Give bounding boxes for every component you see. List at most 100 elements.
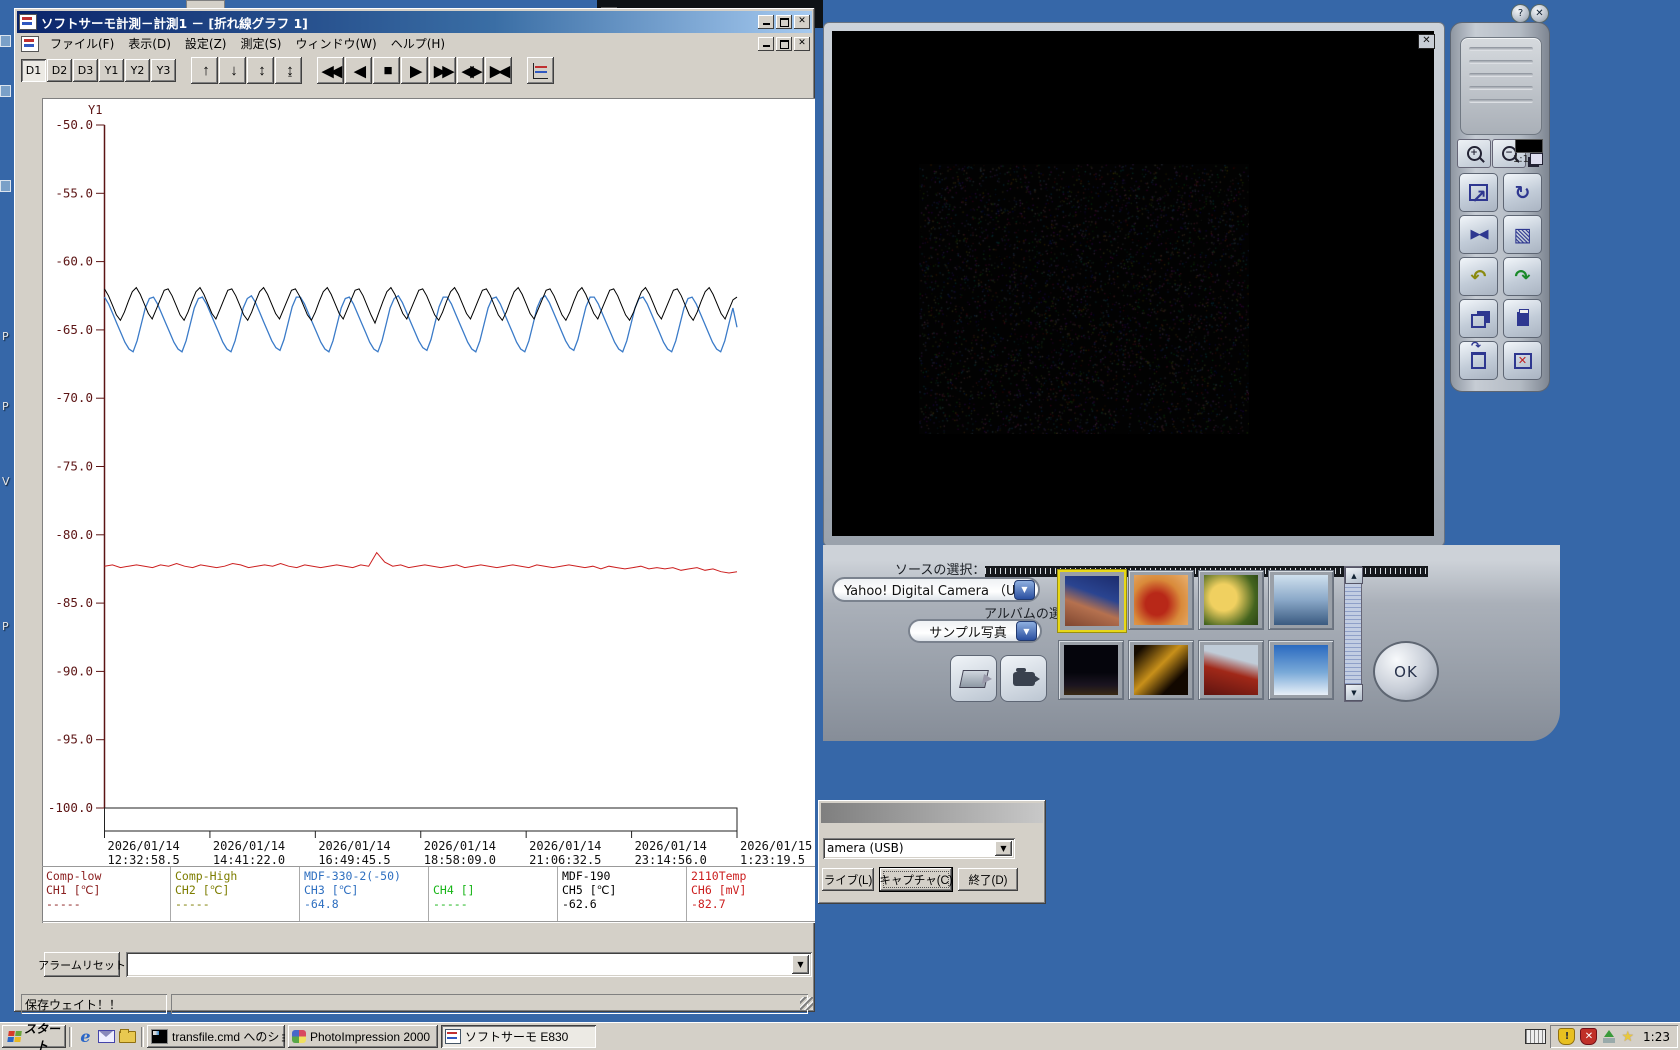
thumbnail-light-streaks[interactable] (1128, 640, 1194, 700)
minimize-button[interactable] (758, 15, 774, 29)
menu-item-3[interactable]: 測定(S) (233, 33, 288, 54)
step-back-button[interactable]: ◀ (345, 57, 372, 84)
task-button-dos[interactable]: transfile.cmd へのショート... (147, 1025, 285, 1048)
taskbar: スタート e transfile.cmd へのショート...PhotoImpre… (0, 1022, 1680, 1050)
thumbnail-yellow-flowers[interactable] (1198, 570, 1264, 630)
child-minimize-button[interactable] (758, 37, 774, 51)
toolbar-toggle-y3[interactable]: Y3 (151, 59, 176, 82)
start-button[interactable]: スタート (2, 1025, 66, 1048)
menu-item-5[interactable]: ヘルプ(H) (384, 33, 452, 54)
scrollbar-up-icon[interactable]: ▲ (1345, 567, 1363, 584)
channel-legend: Comp-low CH1 [℃] ----- Comp-High CH2 [℃] ----… (42, 866, 815, 922)
pi-help-button[interactable]: ? (1511, 4, 1530, 23)
window-resize-grip[interactable] (800, 997, 813, 1010)
rotate-button[interactable]: ↻ (1503, 173, 1542, 212)
toolbar-toggle-y1[interactable]: Y1 (99, 59, 124, 82)
copy-button[interactable] (1459, 299, 1498, 338)
desktop: PhotoImpression PPVP ? ✕ ✕ + − 1:1 ↗ ↻ ▶… (0, 0, 1680, 1050)
close-image-button[interactable]: ✕ (1503, 341, 1542, 380)
fast-forward-button[interactable]: ▶▶ (429, 57, 456, 84)
scroll-down-button[interactable]: ↓ (219, 57, 246, 84)
child-restore-button[interactable] (776, 37, 792, 51)
favorites-star-icon[interactable]: ★ (1621, 1029, 1634, 1045)
alarm-reset-button[interactable]: アラームリセット (44, 952, 120, 977)
thumbnail-ship-bow[interactable] (1198, 640, 1264, 700)
flip-horizontal-button[interactable]: ▶◀ (1459, 215, 1498, 254)
ok-button-label: OK (1394, 663, 1418, 681)
scrollbar-down-icon[interactable]: ▼ (1345, 684, 1363, 701)
cascade-windows-icon[interactable] (1530, 153, 1543, 165)
undo-button[interactable]: ↶ (1459, 257, 1498, 296)
task-button-photoimpression[interactable]: PhotoImpression 2000 (288, 1025, 438, 1048)
dialog-camera-combo[interactable]: amera (USB) ▼ (823, 838, 1015, 859)
zoom-in-button[interactable]: + (1457, 139, 1491, 168)
quicklaunch-ie-icon[interactable]: e (75, 1026, 96, 1047)
expand-horizontal-button[interactable]: ◀▶ (457, 57, 484, 84)
quicklaunch-mail-icon[interactable] (96, 1026, 117, 1047)
delete-button[interactable] (1459, 341, 1498, 380)
alarm-combo-arrow-icon[interactable]: ▼ (792, 955, 809, 974)
toolbar-toggle-y2[interactable]: Y2 (125, 59, 150, 82)
album-select-dropdown[interactable]: サンプル写真 ▼ (908, 619, 1042, 643)
crop-rotate-button[interactable]: ▧ (1503, 215, 1542, 254)
source-select-dropdown[interactable]: Yahoo! Digital Camera （USB） ▼ (832, 577, 1040, 602)
quicklaunch-desktop-icon[interactable] (117, 1026, 138, 1047)
thumbnail-harbor-town[interactable] (1268, 570, 1334, 630)
keyboard-layout-icon[interactable] (1525, 1029, 1546, 1044)
task-button-softthermo[interactable]: ソフトサーモ E830 (441, 1025, 596, 1048)
ok-button[interactable]: OK (1373, 641, 1439, 702)
toolbar-toggle-d1[interactable]: D1 (21, 59, 46, 82)
thumbnail-sky-clouds[interactable] (1268, 640, 1334, 700)
menu-item-1[interactable]: 表示(D) (121, 33, 178, 54)
thumbnail-city-night[interactable] (1058, 640, 1124, 700)
task-button-label: transfile.cmd へのショート... (172, 1028, 285, 1045)
dialog-titlebar[interactable] (821, 803, 1043, 823)
menu-item-4[interactable]: ウィンドウ(W) (288, 33, 383, 54)
security-warning-icon[interactable]: ! (1558, 1028, 1575, 1045)
softthermo-window: ソフトサーモ計測－計測1 － [折れ線グラフ 1] ✕ ファイル(F) 表示(D)… (14, 8, 815, 1012)
menu-item-2[interactable]: 設定(Z) (178, 33, 234, 54)
alarm-combo[interactable]: ▼ (126, 952, 812, 977)
source-dropdown-arrow-icon[interactable]: ▼ (1014, 580, 1035, 600)
remove-hardware-icon[interactable] (1602, 1030, 1616, 1044)
toolbar-toggle-d2[interactable]: D2 (47, 59, 72, 82)
thumbnail-scrollbar[interactable]: ▲ ▼ (1344, 566, 1362, 702)
desktop-icon-fragment (0, 180, 11, 192)
paste-button[interactable] (1503, 299, 1542, 338)
album-dropdown-arrow-icon[interactable]: ▼ (1016, 621, 1037, 641)
menu-items: ファイル(F) 表示(D) 設定(Z) 測定(S) ウィンドウ(W) ヘルプ(H) (43, 33, 452, 54)
video-capture-button[interactable] (1000, 655, 1047, 702)
source-select-label: ソースの選択： (895, 559, 985, 578)
channel-label: CH5 [℃] (562, 883, 682, 897)
scroll-up-button[interactable]: ↑ (191, 57, 218, 84)
pi-canvas-close-icon[interactable]: ✕ (1418, 34, 1435, 49)
close-button[interactable]: ✕ (794, 15, 810, 29)
dialog-combo-arrow-icon[interactable]: ▼ (995, 841, 1012, 856)
toolbar-toggle-d3[interactable]: D3 (73, 59, 98, 82)
to-bottom-button[interactable]: ↨ (275, 57, 302, 84)
step-forward-button[interactable]: ▶ (401, 57, 428, 84)
expand-vertical-button[interactable]: ↕ (247, 57, 274, 84)
dialog-button-3[interactable]: 終了(D) (958, 868, 1018, 891)
dialog-button-1[interactable]: ライブ(L) (822, 868, 874, 891)
menu-item-0[interactable]: ファイル(F) (43, 33, 121, 54)
resize-icon: ↗ (1469, 184, 1488, 201)
acquire-photo-button[interactable] (950, 655, 997, 702)
resize-button[interactable]: ↗ (1459, 173, 1498, 212)
channel-title: Comp-High (175, 869, 295, 883)
redo-button[interactable]: ↷ (1503, 257, 1542, 296)
to-end-button[interactable]: ▶◀ (485, 57, 512, 84)
restore-button[interactable] (776, 15, 792, 29)
pi-close-button[interactable]: ✕ (1530, 4, 1549, 23)
child-close-button[interactable]: ✕ (794, 37, 810, 51)
graph-settings-button[interactable] (527, 57, 554, 84)
titlebar[interactable]: ソフトサーモ計測－計測1 － [折れ線グラフ 1] ✕ (17, 11, 812, 33)
stop-button[interactable]: ■ (373, 57, 400, 84)
menubar: ファイル(F) 表示(D) 設定(Z) 測定(S) ウィンドウ(W) ヘルプ(H) ✕ (17, 34, 812, 53)
thumbnail-rock-spires[interactable] (1058, 570, 1126, 632)
thumbnail-cardinal-bird[interactable] (1128, 570, 1194, 630)
fast-rewind-button[interactable]: ◀◀ (317, 57, 344, 84)
dialog-button-2[interactable]: キャプチャ(C) (880, 868, 952, 891)
svg-text:-75.0: -75.0 (55, 459, 93, 474)
security-error-icon[interactable]: ✕ (1580, 1028, 1597, 1045)
